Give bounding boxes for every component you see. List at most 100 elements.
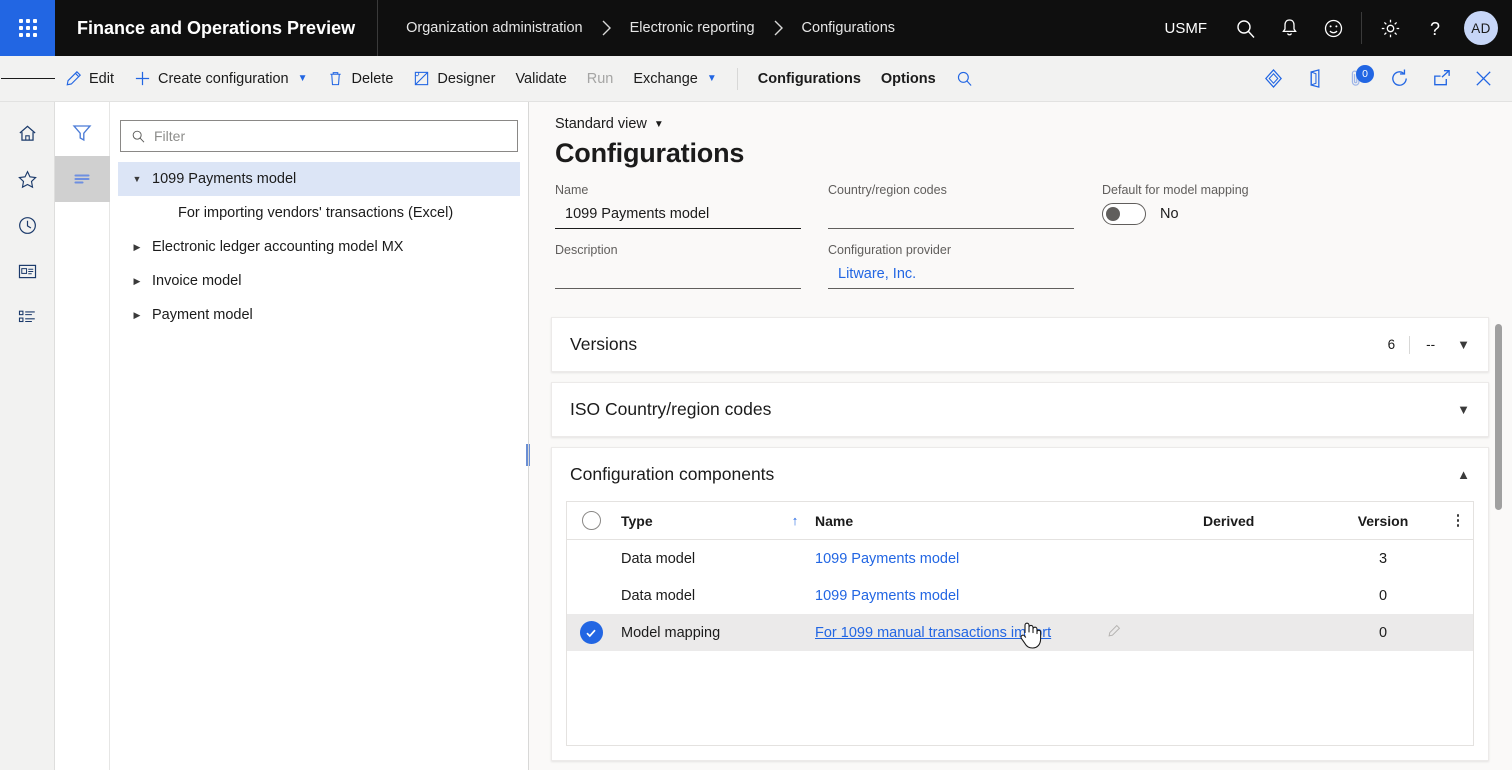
help-question-icon[interactable]: ? (1412, 0, 1456, 56)
filter-input[interactable] (154, 128, 507, 144)
row-selected-check-icon[interactable] (580, 621, 603, 644)
name-link[interactable]: 1099 Payments model (815, 551, 959, 567)
cell-name: For 1099 manual transactions import (807, 624, 1203, 642)
notifications-bell-icon[interactable] (1267, 0, 1311, 56)
chevron-down-icon[interactable]: ▼ (1451, 402, 1470, 417)
designer-button[interactable]: Designer (403, 62, 505, 96)
exchange-button[interactable]: Exchange ▼ (623, 62, 726, 96)
section-iso-header[interactable]: ISO Country/region codes ▼ (552, 383, 1488, 436)
section-versions-header[interactable]: Versions 6 -- ▼ (552, 318, 1488, 371)
breadcrumb-item-1[interactable]: Electronic reporting (626, 20, 759, 36)
avatar[interactable]: AD (1464, 11, 1498, 45)
cell-name: 1099 Payments model (807, 588, 1203, 604)
workspaces-icon[interactable] (0, 248, 55, 294)
chevron-down-icon[interactable]: ▼ (1451, 337, 1470, 352)
refresh-icon[interactable] (1378, 56, 1420, 102)
open-in-new-window-icon[interactable] (1420, 56, 1462, 102)
create-configuration-button[interactable]: Create configuration ▼ (124, 62, 317, 96)
panel-splitter[interactable] (524, 102, 532, 770)
expand-collapse-triangle-icon[interactable]: ▶ (122, 242, 152, 253)
edit-pencil-icon[interactable] (1107, 624, 1121, 642)
select-all-cell[interactable] (567, 511, 615, 530)
row-select-cell[interactable] (567, 621, 615, 644)
sort-ascending-arrow-icon[interactable]: ↑ (783, 513, 807, 528)
expand-collapse-triangle-icon[interactable]: ▶ (122, 276, 152, 287)
select-all-circle-icon[interactable] (582, 511, 601, 530)
power-apps-icon[interactable] (1252, 56, 1294, 102)
company-selector[interactable]: USMF (1149, 20, 1224, 37)
list-view-icon[interactable] (55, 156, 110, 202)
delete-button[interactable]: Delete (317, 62, 403, 96)
main-vertical-scrollbar[interactable] (1495, 324, 1502, 510)
name-link[interactable]: For 1099 manual transactions import (815, 625, 1051, 641)
expand-collapse-triangle-icon[interactable]: ▶ (122, 310, 152, 321)
section-configuration-components-title: Configuration components (570, 464, 774, 485)
table-row[interactable]: Data model 1099 Payments model 3 (567, 540, 1473, 577)
tree-node-4[interactable]: ▶ Payment model (118, 298, 520, 332)
versions-count: 6 (1374, 337, 1410, 352)
tab-configurations-label: Configurations (758, 71, 861, 87)
section-iso-title: ISO Country/region codes (570, 399, 771, 420)
view-switcher[interactable]: Standard view ▼ (555, 116, 664, 132)
column-header-name[interactable]: Name (807, 513, 1203, 529)
hamburger-menu-icon[interactable] (0, 56, 55, 102)
tree-node-0[interactable]: ▼ 1099 Payments model (118, 162, 520, 196)
tree-node-1[interactable]: For importing vendors' transactions (Exc… (118, 196, 520, 230)
chevron-up-icon[interactable]: ▲ (1451, 467, 1470, 482)
name-link[interactable]: 1099 Payments model (815, 588, 959, 604)
tree-node-3-label: Invoice model (152, 273, 241, 289)
name-input[interactable] (555, 201, 801, 229)
column-header-type[interactable]: Type (615, 513, 783, 529)
main-content: Standard view ▼ Configurations Name Desc… (529, 102, 1512, 770)
app-launcher-icon[interactable] (0, 0, 55, 56)
breadcrumb-item-0[interactable]: Organization administration (402, 20, 587, 36)
tree-panel-rail (55, 102, 110, 770)
tree-node-2[interactable]: ▶ Electronic ledger accounting model MX (118, 230, 520, 264)
settings-gear-icon[interactable] (1368, 0, 1412, 56)
topbar-divider (1361, 12, 1362, 44)
cell-version: 3 (1323, 551, 1443, 567)
default-for-model-mapping-toggle[interactable] (1102, 203, 1146, 225)
edit-button[interactable]: Edit (55, 62, 124, 96)
country-region-codes-input[interactable] (828, 201, 1074, 229)
filter-box[interactable] (120, 120, 518, 152)
table-row[interactable]: Data model 1099 Payments model 0 (567, 577, 1473, 614)
filter-funnel-icon[interactable] (55, 110, 110, 156)
chevron-down-icon: ▼ (654, 119, 664, 130)
validate-button[interactable]: Validate (505, 62, 576, 96)
favorites-star-icon[interactable] (0, 156, 55, 202)
close-icon[interactable] (1462, 56, 1504, 102)
tab-options-label: Options (881, 71, 936, 87)
attachments-icon[interactable]: 0 (1336, 56, 1378, 102)
field-country-region-codes-label: Country/region codes (828, 183, 1088, 197)
table-row[interactable]: Model mapping For 1099 manual transactio… (567, 614, 1473, 651)
tree-node-3[interactable]: ▶ Invoice model (118, 264, 520, 298)
chevron-right-icon (587, 20, 626, 36)
breadcrumb-item-2[interactable]: Configurations (798, 20, 900, 36)
search-icon[interactable] (1223, 0, 1267, 56)
expand-collapse-triangle-icon[interactable]: ▼ (122, 174, 152, 184)
modules-list-icon[interactable] (0, 294, 55, 340)
section-configuration-components-header[interactable]: Configuration components ▲ (552, 448, 1488, 501)
tab-configurations[interactable]: Configurations (748, 62, 871, 96)
command-search-button[interactable] (946, 62, 983, 96)
grid-wrapper: Type ↑ Name Derived Version Data model (552, 501, 1488, 760)
chevron-down-icon: ▼ (707, 73, 717, 84)
recent-clock-icon[interactable] (0, 202, 55, 248)
page-title: Configurations (555, 138, 1512, 169)
form-column-left: Name Description (555, 183, 814, 303)
description-input[interactable] (555, 261, 801, 289)
grid-options-menu-icon[interactable] (1443, 514, 1473, 527)
left-navigation-rail (0, 102, 55, 770)
column-header-derived[interactable]: Derived (1203, 513, 1323, 529)
search-icon (131, 129, 146, 144)
column-header-version[interactable]: Version (1323, 513, 1443, 529)
feedback-smiley-icon[interactable] (1311, 0, 1355, 56)
office-apps-icon[interactable] (1294, 56, 1336, 102)
configuration-provider-input[interactable] (828, 261, 1074, 289)
edit-button-label: Edit (89, 71, 114, 87)
tree-body: ▼ 1099 Payments model For importing vend… (110, 102, 528, 770)
tab-options[interactable]: Options (871, 62, 946, 96)
home-icon[interactable] (0, 110, 55, 156)
section-versions-meta: 6 -- ▼ (1374, 336, 1470, 354)
